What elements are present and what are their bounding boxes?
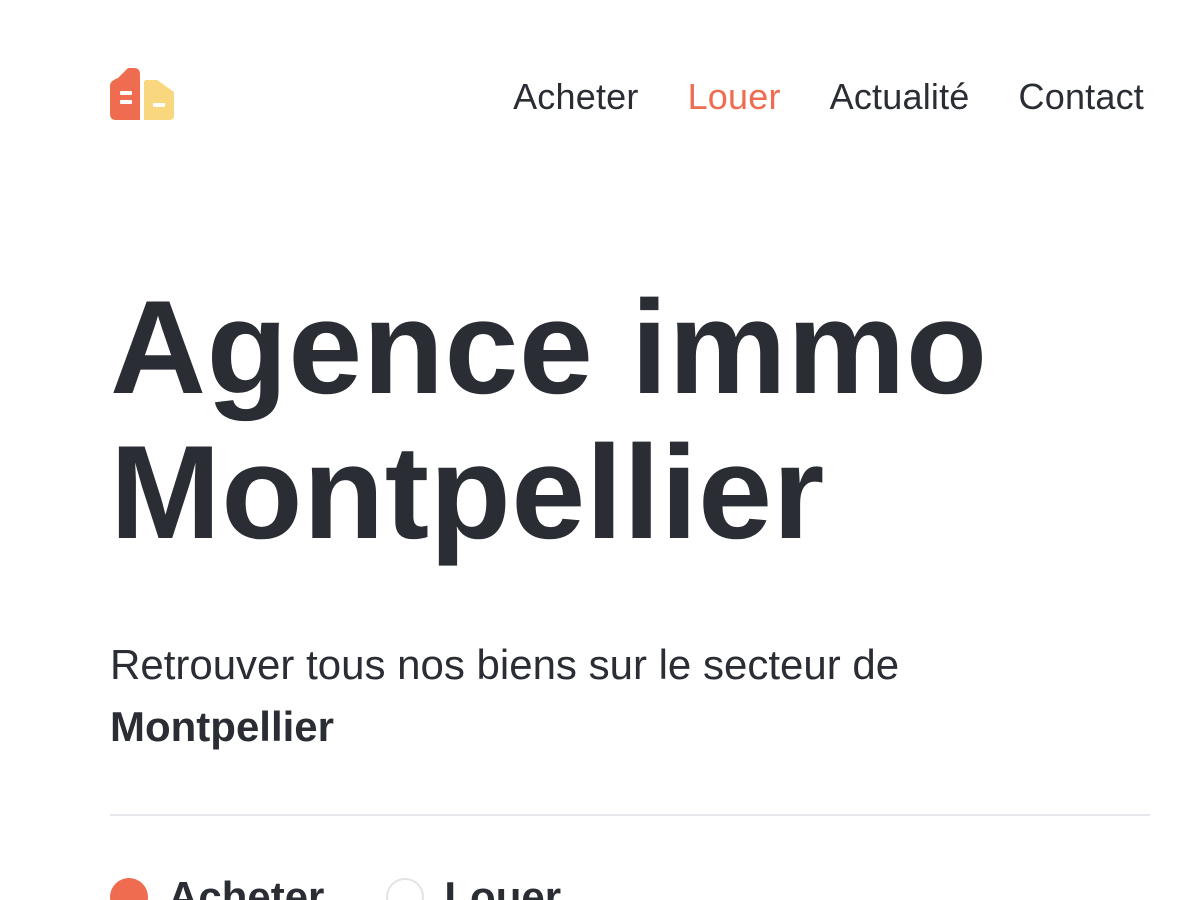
transaction-type-radio-group: Acheter Louer bbox=[110, 872, 623, 900]
agency-logo[interactable] bbox=[110, 66, 176, 122]
acheter-radio-selected-icon[interactable] bbox=[110, 878, 148, 900]
louer-radio-unselected-icon[interactable] bbox=[386, 878, 425, 900]
hero-subtitle: Retrouver tous nos biens sur le secteur … bbox=[110, 634, 1050, 758]
radio-label-acheter: Acheter bbox=[168, 873, 325, 900]
nav-link-acheter[interactable]: Acheter bbox=[513, 75, 638, 119]
house-logo-icon bbox=[110, 68, 174, 120]
page: Acheter Louer Actualité Contact Agence i… bbox=[0, 0, 1200, 900]
site-header: Acheter Louer Actualité Contact bbox=[110, 66, 1150, 126]
nav-link-actualite[interactable]: Actualité bbox=[830, 75, 970, 119]
page-title-line-2: Montpellier bbox=[110, 419, 825, 567]
page-title: Agence immo Montpellier bbox=[110, 276, 1150, 566]
nav-link-contact[interactable]: Contact bbox=[1019, 75, 1144, 119]
radio-option-acheter[interactable]: Acheter bbox=[110, 872, 324, 900]
hero-subtitle-city: Montpellier bbox=[110, 703, 335, 750]
page-title-line-1: Agence immo bbox=[110, 274, 988, 422]
hero-subtitle-text: Retrouver tous nos biens sur le secteur … bbox=[110, 641, 900, 688]
main-navigation: Acheter Louer Actualité Contact bbox=[513, 75, 1144, 119]
radio-option-louer[interactable]: Louer bbox=[386, 872, 561, 900]
nav-link-louer[interactable]: Louer bbox=[688, 75, 781, 119]
section-divider bbox=[110, 814, 1150, 816]
radio-label-louer: Louer bbox=[444, 873, 562, 900]
